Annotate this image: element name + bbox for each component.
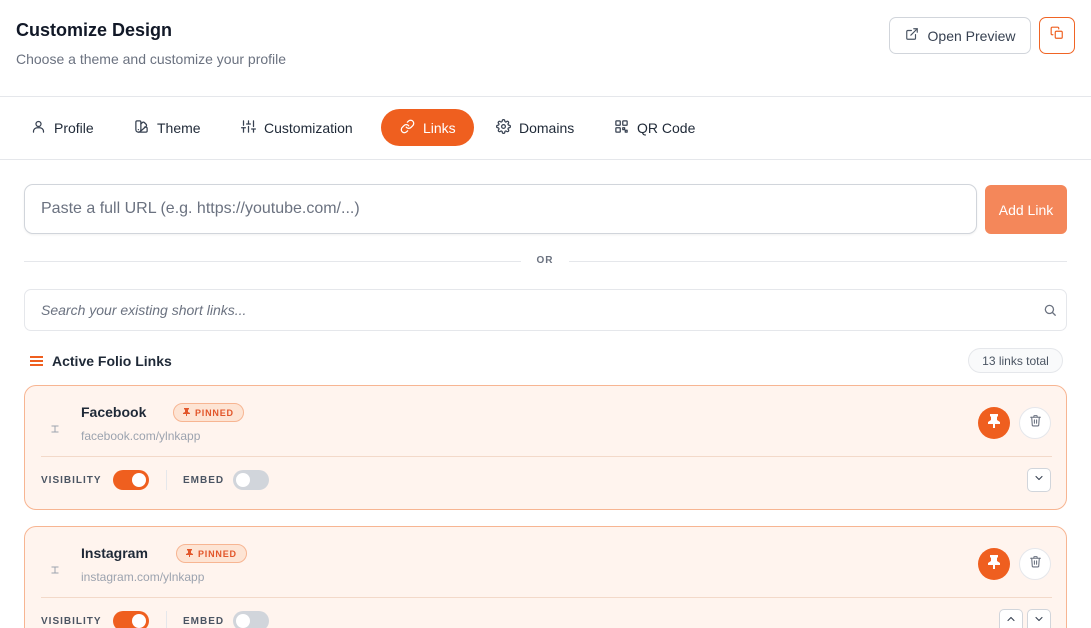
expand-button[interactable]	[1027, 468, 1051, 492]
embed-toggle[interactable]	[233, 470, 269, 490]
pinned-label: PINNED	[198, 548, 237, 559]
tab-label: Domains	[519, 119, 575, 136]
search-input[interactable]	[25, 290, 1025, 330]
expand-button[interactable]	[1027, 609, 1051, 628]
visibility-label: VISIBILITY	[41, 475, 102, 486]
tab-label: QR Code	[637, 119, 696, 136]
tab-links[interactable]: Links	[381, 109, 474, 146]
copy-icon	[1050, 26, 1064, 45]
pin-button[interactable]	[978, 548, 1010, 580]
page-title: Customize Design	[16, 20, 173, 40]
tab-domains[interactable]: Domains	[477, 109, 593, 146]
pinned-badge: PINNED	[176, 544, 247, 563]
open-preview-button[interactable]: Open Preview	[889, 17, 1031, 54]
search-box	[24, 289, 1067, 331]
user-icon	[31, 119, 46, 137]
tab-profile[interactable]: Profile	[12, 109, 113, 146]
tab-label: Theme	[157, 119, 201, 136]
link-name: Facebook	[81, 404, 147, 420]
pin-icon	[183, 407, 190, 418]
pin-icon	[988, 554, 1000, 574]
divider-line-right	[569, 261, 1067, 262]
list-icon	[30, 354, 43, 372]
move-up-button[interactable]	[999, 609, 1023, 628]
card-divider	[41, 597, 1052, 598]
visibility-toggle[interactable]	[113, 611, 149, 628]
link-url: facebook.com/ylnkapp	[81, 429, 201, 443]
chevron-down-icon	[1033, 612, 1045, 628]
link-icon	[400, 119, 415, 137]
embed-toggle[interactable]	[233, 611, 269, 628]
divider-line-left	[24, 261, 521, 262]
add-link-button[interactable]: Add Link	[985, 185, 1067, 234]
link-url: instagram.com/ylnkapp	[81, 570, 205, 584]
tab-label: Profile	[54, 119, 94, 136]
card-divider	[41, 456, 1052, 457]
drag-handle-icon[interactable]	[51, 561, 59, 579]
section-title: Active Folio Links	[52, 353, 172, 369]
swatch-book-icon	[134, 119, 149, 137]
pin-button[interactable]	[978, 407, 1010, 439]
sliders-icon	[241, 119, 256, 137]
tab-qr-code[interactable]: QR Code	[595, 109, 714, 146]
page-subtitle: Choose a theme and customize your profil…	[16, 51, 287, 67]
pin-icon	[988, 413, 1000, 433]
visibility-label: VISIBILITY	[41, 616, 102, 627]
control-separator	[166, 470, 167, 490]
copy-button[interactable]	[1039, 17, 1075, 54]
url-input[interactable]	[24, 184, 977, 234]
page-header: Customize Design Choose a theme and cust…	[0, 0, 1091, 97]
links-count-badge: 13 links total	[968, 348, 1063, 373]
tab-bar: Profile Theme Customization Links Domain…	[0, 97, 1091, 160]
tab-customization[interactable]: Customization	[222, 109, 372, 146]
control-separator	[166, 611, 167, 628]
trash-icon	[1029, 555, 1042, 573]
pinned-badge: PINNED	[173, 403, 244, 422]
open-preview-label: Open Preview	[927, 27, 1016, 44]
search-icon[interactable]	[1043, 303, 1057, 322]
tab-theme[interactable]: Theme	[115, 109, 220, 146]
delete-button[interactable]	[1019, 548, 1051, 580]
gear-icon	[496, 118, 511, 137]
chevron-up-icon	[1005, 612, 1017, 628]
tab-label: Customization	[264, 119, 353, 136]
embed-label: EMBED	[183, 616, 225, 627]
external-link-icon	[905, 27, 919, 44]
link-card: Instagram PINNED instagram.com/ylnkapp V…	[24, 526, 1067, 628]
delete-button[interactable]	[1019, 407, 1051, 439]
link-name: Instagram	[81, 545, 148, 561]
link-card: Facebook PINNED facebook.com/ylnkapp VIS…	[24, 385, 1067, 510]
tab-label: Links	[423, 119, 456, 136]
pin-icon	[186, 548, 193, 559]
trash-icon	[1029, 414, 1042, 432]
embed-label: EMBED	[183, 475, 225, 486]
visibility-toggle[interactable]	[113, 470, 149, 490]
chevron-down-icon	[1033, 471, 1045, 489]
qr-code-icon	[614, 119, 629, 137]
or-divider-label: OR	[536, 255, 554, 266]
pinned-label: PINNED	[195, 407, 234, 418]
drag-handle-icon[interactable]	[51, 420, 59, 438]
